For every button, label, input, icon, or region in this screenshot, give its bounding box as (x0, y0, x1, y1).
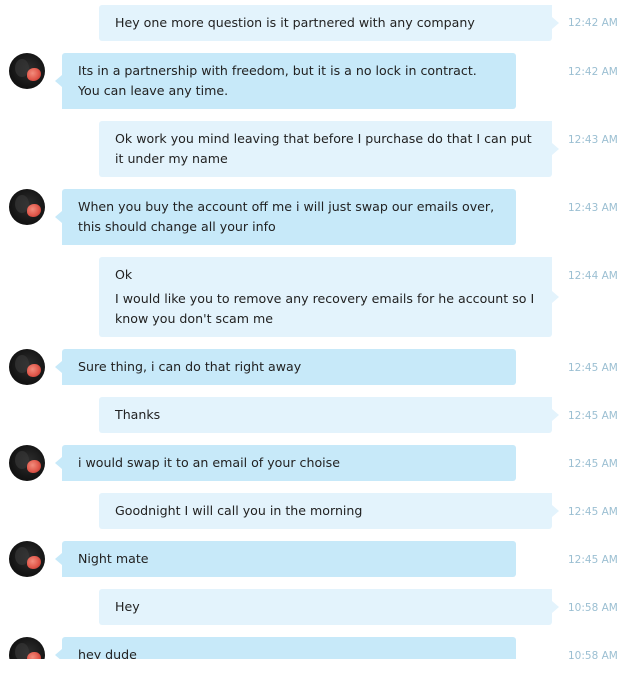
chat-history: Hey one more question is it partnered wi… (0, 0, 623, 659)
message-bubble[interactable]: Ok work you mind leaving that before I p… (99, 121, 559, 177)
message-timestamp: 12:43 AM (568, 134, 618, 146)
contact-avatar[interactable] (9, 349, 45, 385)
message-text: Sure thing, i can do that right away (78, 359, 302, 374)
message-bubble[interactable]: Night mate (55, 541, 516, 577)
message-text: When you buy the account off me i will j… (78, 199, 495, 234)
message-timestamp: 12:45 AM (568, 410, 618, 422)
contact-avatar[interactable] (9, 53, 45, 89)
message-bubble[interactable]: hey dude (55, 637, 516, 659)
message-bubble[interactable]: Thanks (99, 397, 559, 433)
message-text: hey dude (78, 647, 137, 659)
message-timestamp: 10:58 AM (568, 602, 618, 614)
message-timestamp: 10:58 AM (568, 650, 618, 659)
message-text: Thanks (115, 407, 161, 422)
message-bubble[interactable]: Sure thing, i can do that right away (55, 349, 516, 385)
message-text: i would swap it to an email of your choi… (78, 455, 340, 470)
message-text: I would like you to remove any recovery … (115, 291, 535, 326)
contact-avatar[interactable] (9, 445, 45, 481)
message-timestamp: 12:43 AM (568, 202, 618, 214)
message-text: Goodnight I will call you in the morning (115, 503, 363, 518)
message-timestamp: 12:45 AM (568, 554, 618, 566)
message-text: Ok work you mind leaving that before I p… (115, 131, 532, 166)
contact-avatar[interactable] (9, 541, 45, 577)
message-timestamp: 12:45 AM (568, 458, 618, 470)
message-timestamp: 12:45 AM (568, 506, 618, 518)
contact-avatar[interactable] (9, 189, 45, 225)
message-bubble[interactable]: Ok I would like you to remove any recove… (99, 257, 559, 337)
message-bubble[interactable]: Its in a partnership with freedom, but i… (55, 53, 516, 109)
message-text: Its in a partnership with freedom, but i… (78, 63, 477, 98)
message-bubble[interactable]: Hey (99, 589, 559, 625)
message-text: Ok (115, 267, 133, 282)
message-bubble[interactable]: When you buy the account off me i will j… (55, 189, 516, 245)
message-timestamp: 12:44 AM (568, 270, 618, 282)
message-bubble[interactable]: i would swap it to an email of your choi… (55, 445, 516, 481)
message-timestamp: 12:42 AM (568, 66, 618, 78)
message-text: Night mate (78, 551, 149, 566)
message-bubble[interactable]: Goodnight I will call you in the morning (99, 493, 559, 529)
message-text: Hey (115, 599, 140, 614)
message-timestamp: 12:45 AM (568, 362, 618, 374)
contact-avatar[interactable] (9, 637, 45, 659)
message-timestamp: 12:42 AM (568, 17, 618, 29)
message-bubble[interactable]: Hey one more question is it partnered wi… (99, 5, 559, 41)
message-text: Hey one more question is it partnered wi… (115, 15, 475, 30)
